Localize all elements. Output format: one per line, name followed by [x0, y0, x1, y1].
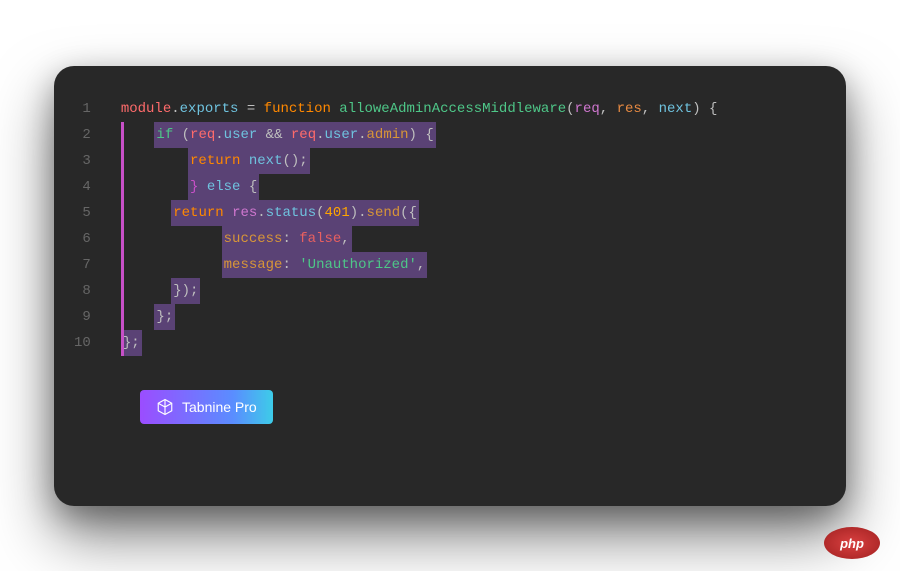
line-number: 2: [74, 122, 91, 148]
line-number: 4: [74, 174, 91, 200]
line-number: 5: [74, 200, 91, 226]
code-line-9: };: [121, 304, 816, 330]
line-number: 6: [74, 226, 91, 252]
line-number: 1: [74, 96, 91, 122]
line-number: 9: [74, 304, 91, 330]
code-line-1: module.exports = function alloweAdminAcc…: [121, 96, 816, 122]
suggestion-indicator-bar: [121, 122, 124, 356]
php-watermark: php: [824, 527, 880, 559]
code-line-10: };: [121, 330, 816, 356]
code-editor-panel: 1 2 3 4 5 6 7 8 9 10 module.exports = fu…: [54, 66, 846, 506]
code-line-5: return res.status(401).send({: [121, 200, 816, 226]
tabnine-pro-badge[interactable]: Tabnine Pro: [140, 390, 273, 424]
code-line-8: });: [121, 278, 816, 304]
line-number: 7: [74, 252, 91, 278]
tabnine-logo-icon: [156, 398, 174, 416]
code-line-6: success: false,: [121, 226, 816, 252]
tabnine-badge-label: Tabnine Pro: [182, 399, 257, 415]
code-line-3: return next();: [121, 148, 816, 174]
code-content[interactable]: module.exports = function alloweAdminAcc…: [121, 96, 816, 356]
line-number: 3: [74, 148, 91, 174]
code-line-7: message: 'Unauthorized',: [121, 252, 816, 278]
line-number: 10: [74, 330, 91, 356]
code-line-4: } else {: [121, 174, 816, 200]
line-number: 8: [74, 278, 91, 304]
code-line-2: if (req.user && req.user.admin) {: [121, 122, 816, 148]
code-area: 1 2 3 4 5 6 7 8 9 10 module.exports = fu…: [74, 96, 816, 356]
line-number-gutter: 1 2 3 4 5 6 7 8 9 10: [74, 96, 121, 356]
